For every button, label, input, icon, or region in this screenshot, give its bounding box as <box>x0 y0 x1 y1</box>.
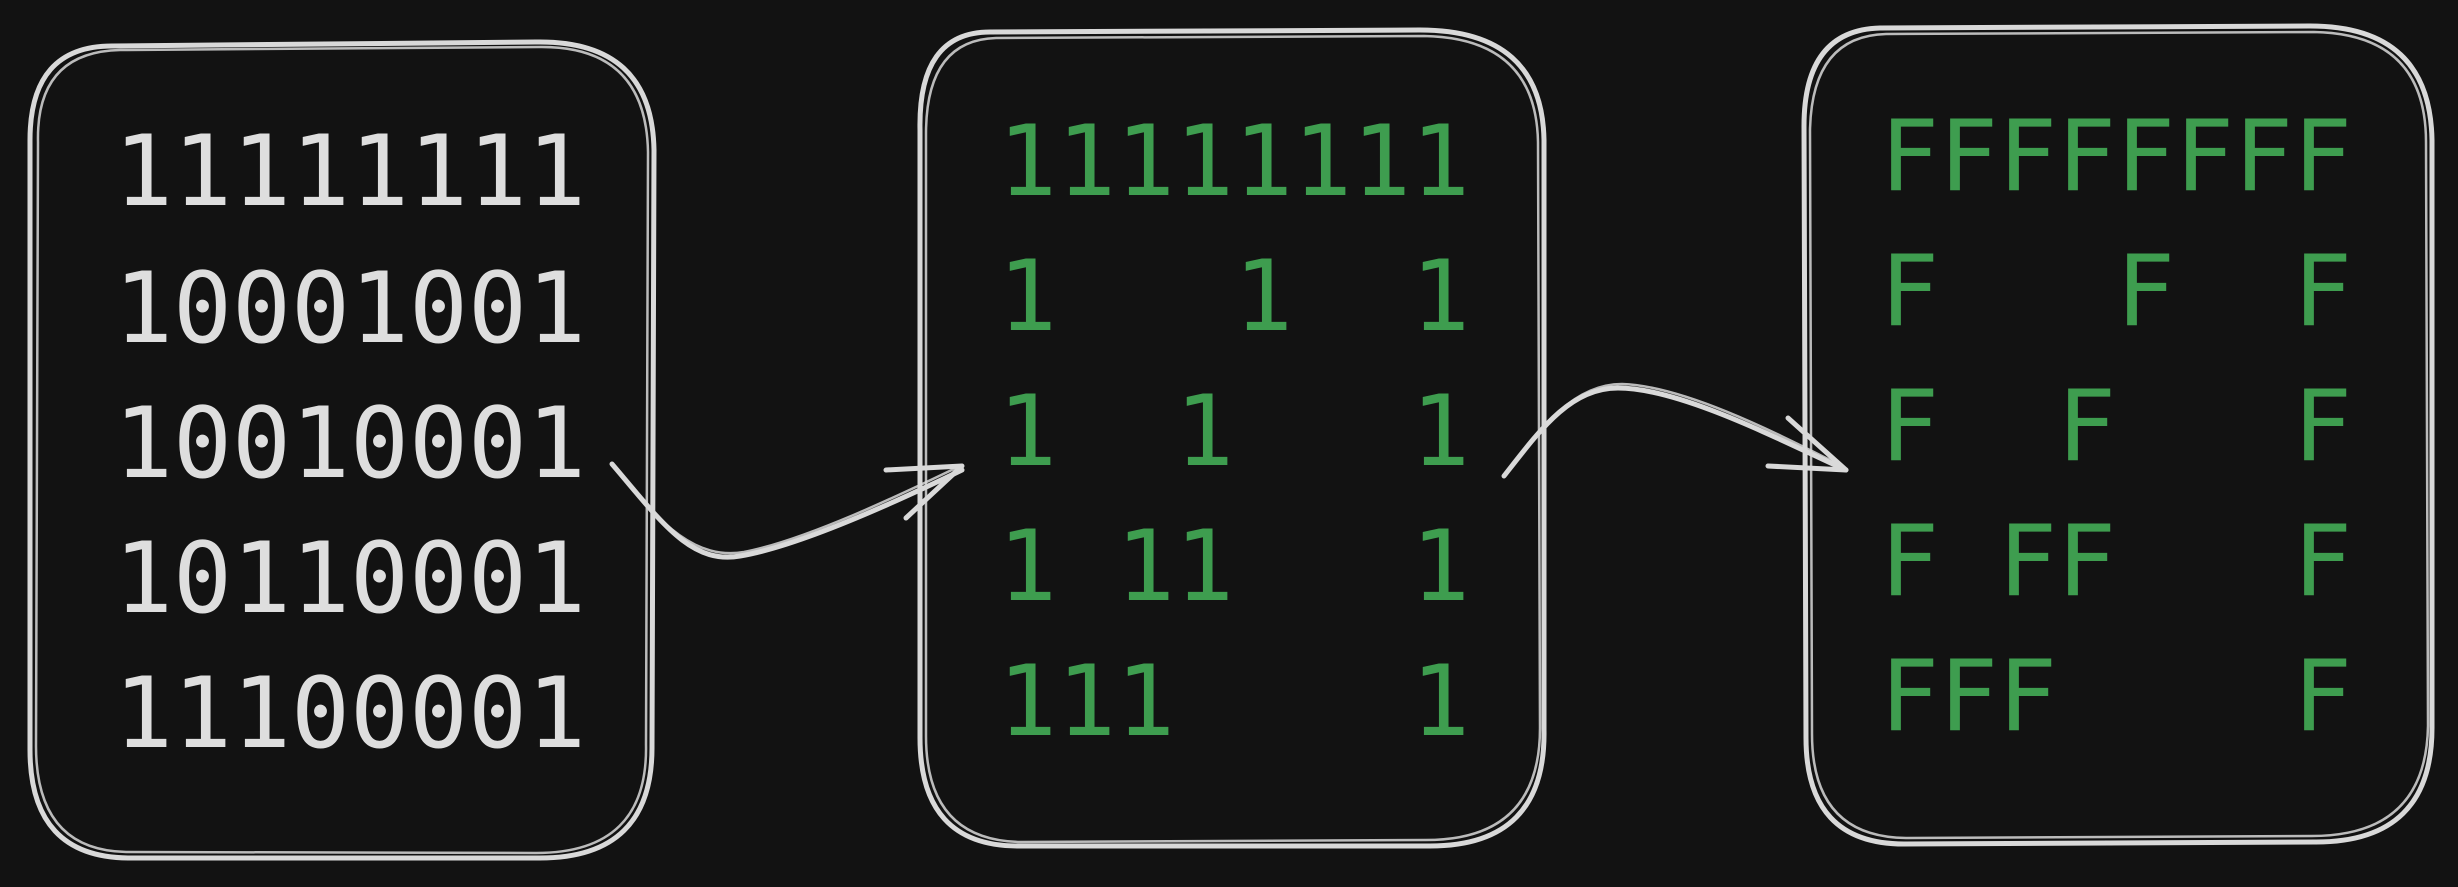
binary-row: 11100001 <box>114 657 586 771</box>
arrow-binary-to-ones <box>609 461 965 560</box>
arrow-binary-to-ones-head <box>883 463 965 521</box>
ones-row: 1 1 1 <box>998 375 1470 489</box>
binary-row: 10001001 <box>114 252 586 366</box>
arrow-ones-to-hex <box>1501 382 1849 479</box>
hex-panel: FFFFFFFF F F F F F F F FF F FFF F <box>1801 23 2435 847</box>
binary-row: 11111111 <box>114 115 586 229</box>
ones-row: 1 11 1 <box>998 510 1470 624</box>
hex-row: FFFFFFFF <box>1880 100 2352 214</box>
ones-row: 11111111 <box>998 105 1470 219</box>
ones-panel: 11111111 1 1 1 1 1 1 1 11 1 111 1 <box>917 27 1547 849</box>
arrow-ones-to-hex-shaft <box>1501 385 1849 479</box>
arrow-binary-to-ones-shaft <box>609 461 965 560</box>
binary-panel: 11111111 10001001 10010001 10110001 1110… <box>27 39 657 861</box>
ones-row: 1 1 1 <box>998 240 1470 354</box>
binary-row: 10110001 <box>114 522 586 636</box>
hex-row: FFF F <box>1880 640 2352 754</box>
ones-row: 111 1 <box>998 645 1470 759</box>
hex-row: F FF F <box>1880 505 2352 619</box>
hex-row: F F F <box>1880 370 2352 484</box>
diagram-canvas: 11111111 10001001 10010001 10110001 1110… <box>27 23 2435 861</box>
hex-row: F F F <box>1880 235 2352 349</box>
arrow-binary-to-ones-shaft-stroke <box>614 464 962 555</box>
binary-row: 10010001 <box>114 387 586 501</box>
